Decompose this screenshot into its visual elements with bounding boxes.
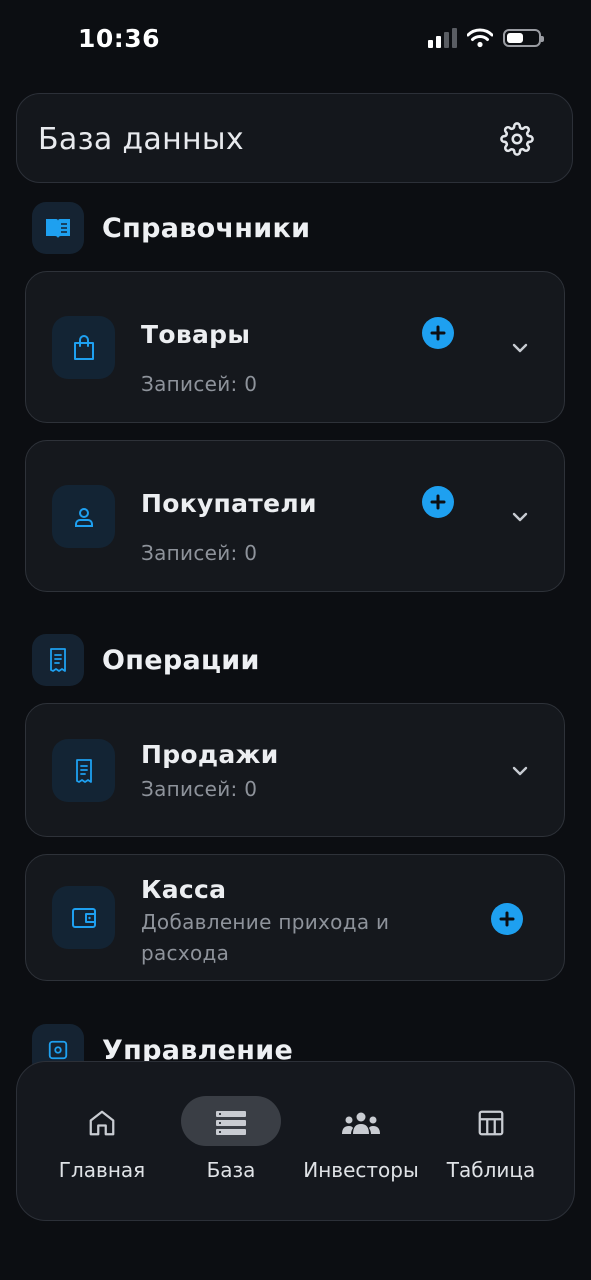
section-title: Справочники <box>102 212 311 244</box>
tab-home[interactable]: Главная <box>32 1096 172 1186</box>
receipt-icon <box>32 634 84 686</box>
bottom-navigation: Главная База Инвесторы Таблица <box>16 1061 575 1221</box>
tab-label: База <box>206 1158 256 1182</box>
battery-icon <box>503 29 544 47</box>
plus-icon <box>430 494 446 510</box>
database-icon <box>214 1096 248 1150</box>
receipt-icon <box>52 739 115 802</box>
section-title: Операции <box>102 644 260 676</box>
tab-table[interactable]: Таблица <box>421 1096 561 1186</box>
status-bar: 10:36 <box>0 0 591 80</box>
page-header: База данных <box>16 93 573 183</box>
chevron-down-icon[interactable] <box>508 336 532 360</box>
card-cash[interactable]: Касса Добавление прихода и расхода <box>25 854 565 981</box>
wifi-icon <box>467 28 493 48</box>
card-description-line2: расхода <box>141 941 230 965</box>
chevron-down-icon[interactable] <box>508 759 532 783</box>
wallet-icon <box>52 886 115 949</box>
tab-investors[interactable]: Инвесторы <box>291 1096 431 1186</box>
tab-label: Инвесторы <box>303 1158 419 1182</box>
plus-icon <box>499 911 515 927</box>
card-record-count: Записей: 0 <box>141 541 258 565</box>
card-title: Продажи <box>141 740 279 769</box>
section-operations: Операции <box>32 634 260 686</box>
add-cash-button[interactable] <box>491 903 523 935</box>
tab-base[interactable]: База <box>161 1096 301 1186</box>
book-icon <box>32 202 84 254</box>
section-directories: Справочники <box>32 202 310 254</box>
table-icon <box>476 1096 506 1150</box>
status-icons <box>428 28 544 48</box>
shopping-bag-icon <box>52 316 115 379</box>
user-icon <box>52 485 115 548</box>
users-icon <box>341 1096 381 1150</box>
home-icon <box>87 1096 117 1150</box>
card-title: Покупатели <box>141 489 317 518</box>
card-sales[interactable]: Продажи Записей: 0 <box>25 703 565 837</box>
card-title: Касса <box>141 875 227 904</box>
plus-icon <box>430 325 446 341</box>
card-customers[interactable]: Покупатели Записей: 0 <box>25 440 565 592</box>
page-title: База данных <box>38 122 244 157</box>
card-goods[interactable]: Товары Записей: 0 <box>25 271 565 423</box>
card-description-line1: Добавление прихода и <box>141 910 390 934</box>
card-title: Товары <box>141 320 251 349</box>
signal-icon <box>428 28 457 48</box>
card-record-count: Записей: 0 <box>141 372 258 396</box>
chevron-down-icon[interactable] <box>508 505 532 529</box>
add-customer-button[interactable] <box>422 486 454 518</box>
add-goods-button[interactable] <box>422 317 454 349</box>
tab-label: Таблица <box>446 1158 536 1182</box>
card-record-count: Записей: 0 <box>141 777 258 801</box>
tab-label: Главная <box>58 1158 146 1182</box>
status-time: 10:36 <box>78 24 161 53</box>
gear-icon[interactable] <box>500 122 534 156</box>
